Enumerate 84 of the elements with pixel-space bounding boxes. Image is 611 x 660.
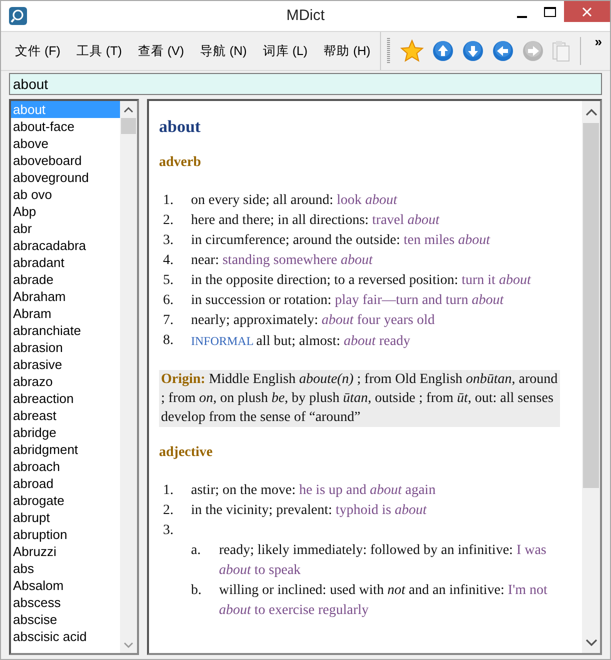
definition-text: in the vicinity; prevalent: typhoid is about (191, 503, 427, 518)
close-button[interactable] (564, 1, 610, 22)
part-of-speech: adverb (159, 155, 202, 171)
sense-number: b. (190, 582, 202, 600)
word-list-item[interactable]: Abram (11, 305, 120, 322)
definition-text: near: standing somewhere about (191, 253, 373, 268)
word-list-item[interactable]: abscess (11, 594, 120, 611)
scrollbar[interactable] (120, 101, 137, 653)
scroll-thumb[interactable] (583, 123, 599, 488)
word-list-item[interactable]: abscise (11, 611, 120, 628)
word-list-item[interactable]: abrogate (11, 492, 120, 509)
word-list-item[interactable]: abrade (11, 271, 120, 288)
definition-text: here and there; in all directions: travel about (191, 213, 440, 228)
word-list-item[interactable]: abroad (11, 475, 120, 492)
sense-number: 7. (162, 312, 174, 330)
scroll-down-icon (124, 642, 133, 648)
menu-item[interactable]: 词库 (L) (256, 42, 314, 60)
sense-number: 1. (162, 192, 174, 210)
scroll-up-icon (124, 106, 133, 112)
definition-text: in the opposite direction; to a reversed position: turn it about (191, 273, 531, 288)
sense-number: 2. (162, 212, 174, 230)
definition-text: willing or inclined: used with not and an infinitive: I'm not about to exercise regularly (219, 583, 548, 618)
word-list-item[interactable]: abreast (11, 407, 120, 424)
word-list-item[interactable]: abrasive (11, 356, 120, 373)
word-list-item[interactable]: abranchiate (11, 322, 120, 339)
scroll-up-icon (586, 108, 596, 116)
scroll-down-icon (586, 638, 596, 646)
close-icon (582, 6, 592, 16)
menu-item[interactable]: 导航 (N) (194, 42, 253, 60)
headword: about (159, 117, 202, 137)
scroll-thumb[interactable] (121, 118, 136, 134)
clipboard-icon (552, 40, 570, 62)
word-list-item[interactable]: abrazo (11, 373, 120, 390)
word-list-item[interactable]: Abraham (11, 288, 120, 305)
menu-item[interactable]: 工具 (T) (70, 42, 128, 60)
word-list-item[interactable]: abrasion (11, 339, 120, 356)
app-icon (9, 7, 27, 25)
word-list-item[interactable]: aboveboard (11, 152, 120, 169)
toolbar-overflow-button[interactable]: » (594, 34, 602, 49)
minimize-icon (517, 16, 527, 18)
word-list-item[interactable]: abruption (11, 526, 120, 543)
menu-item[interactable]: 查看 (V) (132, 42, 190, 60)
sense-number: 2. (162, 502, 174, 520)
definition-text: in circumference; around the outside: ten miles about (191, 233, 490, 248)
word-list-item[interactable]: abridge (11, 424, 120, 441)
definition-text: nearly; approximately: about four years old (191, 313, 435, 328)
definition-text: INFORMAL all but; almost: about ready (191, 334, 410, 349)
menu-item[interactable]: 帮助 (H) (318, 42, 376, 60)
star-icon (400, 39, 424, 63)
definition-text: on every side; all around: look about (191, 193, 398, 208)
word-list-item[interactable]: ab ovo (11, 186, 120, 203)
word-list-item[interactable]: abreaction (11, 390, 120, 407)
word-list-item[interactable]: abscisic acid (11, 628, 120, 645)
word-list-item[interactable]: about-face (11, 118, 120, 135)
word-list-item[interactable]: abroach (11, 458, 120, 475)
sense-number: 3. (162, 522, 174, 540)
word-list-item[interactable]: abs (11, 560, 120, 577)
word-list-item[interactable]: Abp (11, 203, 120, 220)
word-list-item[interactable]: abridgment (11, 441, 120, 458)
word-list-item[interactable]: Abruzzi (11, 543, 120, 560)
word-list-item[interactable]: abracadabra (11, 237, 120, 254)
window-title: MDict (286, 7, 325, 24)
part-of-speech: adjective (159, 445, 214, 461)
sense-number: 3. (162, 232, 174, 250)
sense-number: 4. (162, 252, 174, 270)
definition-text: ready; likely immediately: followed by an infinitive: I was about to speak (219, 543, 546, 578)
search-field[interactable]: about (9, 73, 602, 95)
sense-number: 1. (162, 482, 174, 500)
scrollbar[interactable] (582, 101, 600, 653)
origin-note: Origin: Middle English aboute(n) ; from Old English onbūtan, around ; from on, on plush be, by plush ūtan, outside ; from ūt, out: all senses develop from the sense of “around” (159, 370, 560, 427)
word-list-item[interactable]: abradant (11, 254, 120, 271)
menu-item[interactable]: 文件 (F) (9, 42, 66, 60)
definition-text: astir; on the move: he is up and about again (191, 483, 436, 498)
word-list-item[interactable]: abrupt (11, 509, 120, 526)
sense-number: 6. (162, 292, 174, 310)
word-list-item[interactable]: aboveground (11, 169, 120, 186)
word-list-item[interactable]: above (11, 135, 120, 152)
sense-number: 8. (162, 332, 174, 350)
sense-number: a. (190, 542, 202, 560)
definition-text: in succession or rotation: play fair—turn and turn about (191, 293, 504, 308)
sense-number: 5. (162, 272, 174, 290)
maximize-icon (544, 6, 556, 16)
word-list-item[interactable]: abr (11, 220, 120, 237)
word-list-item[interactable]: Absalom (11, 577, 120, 594)
